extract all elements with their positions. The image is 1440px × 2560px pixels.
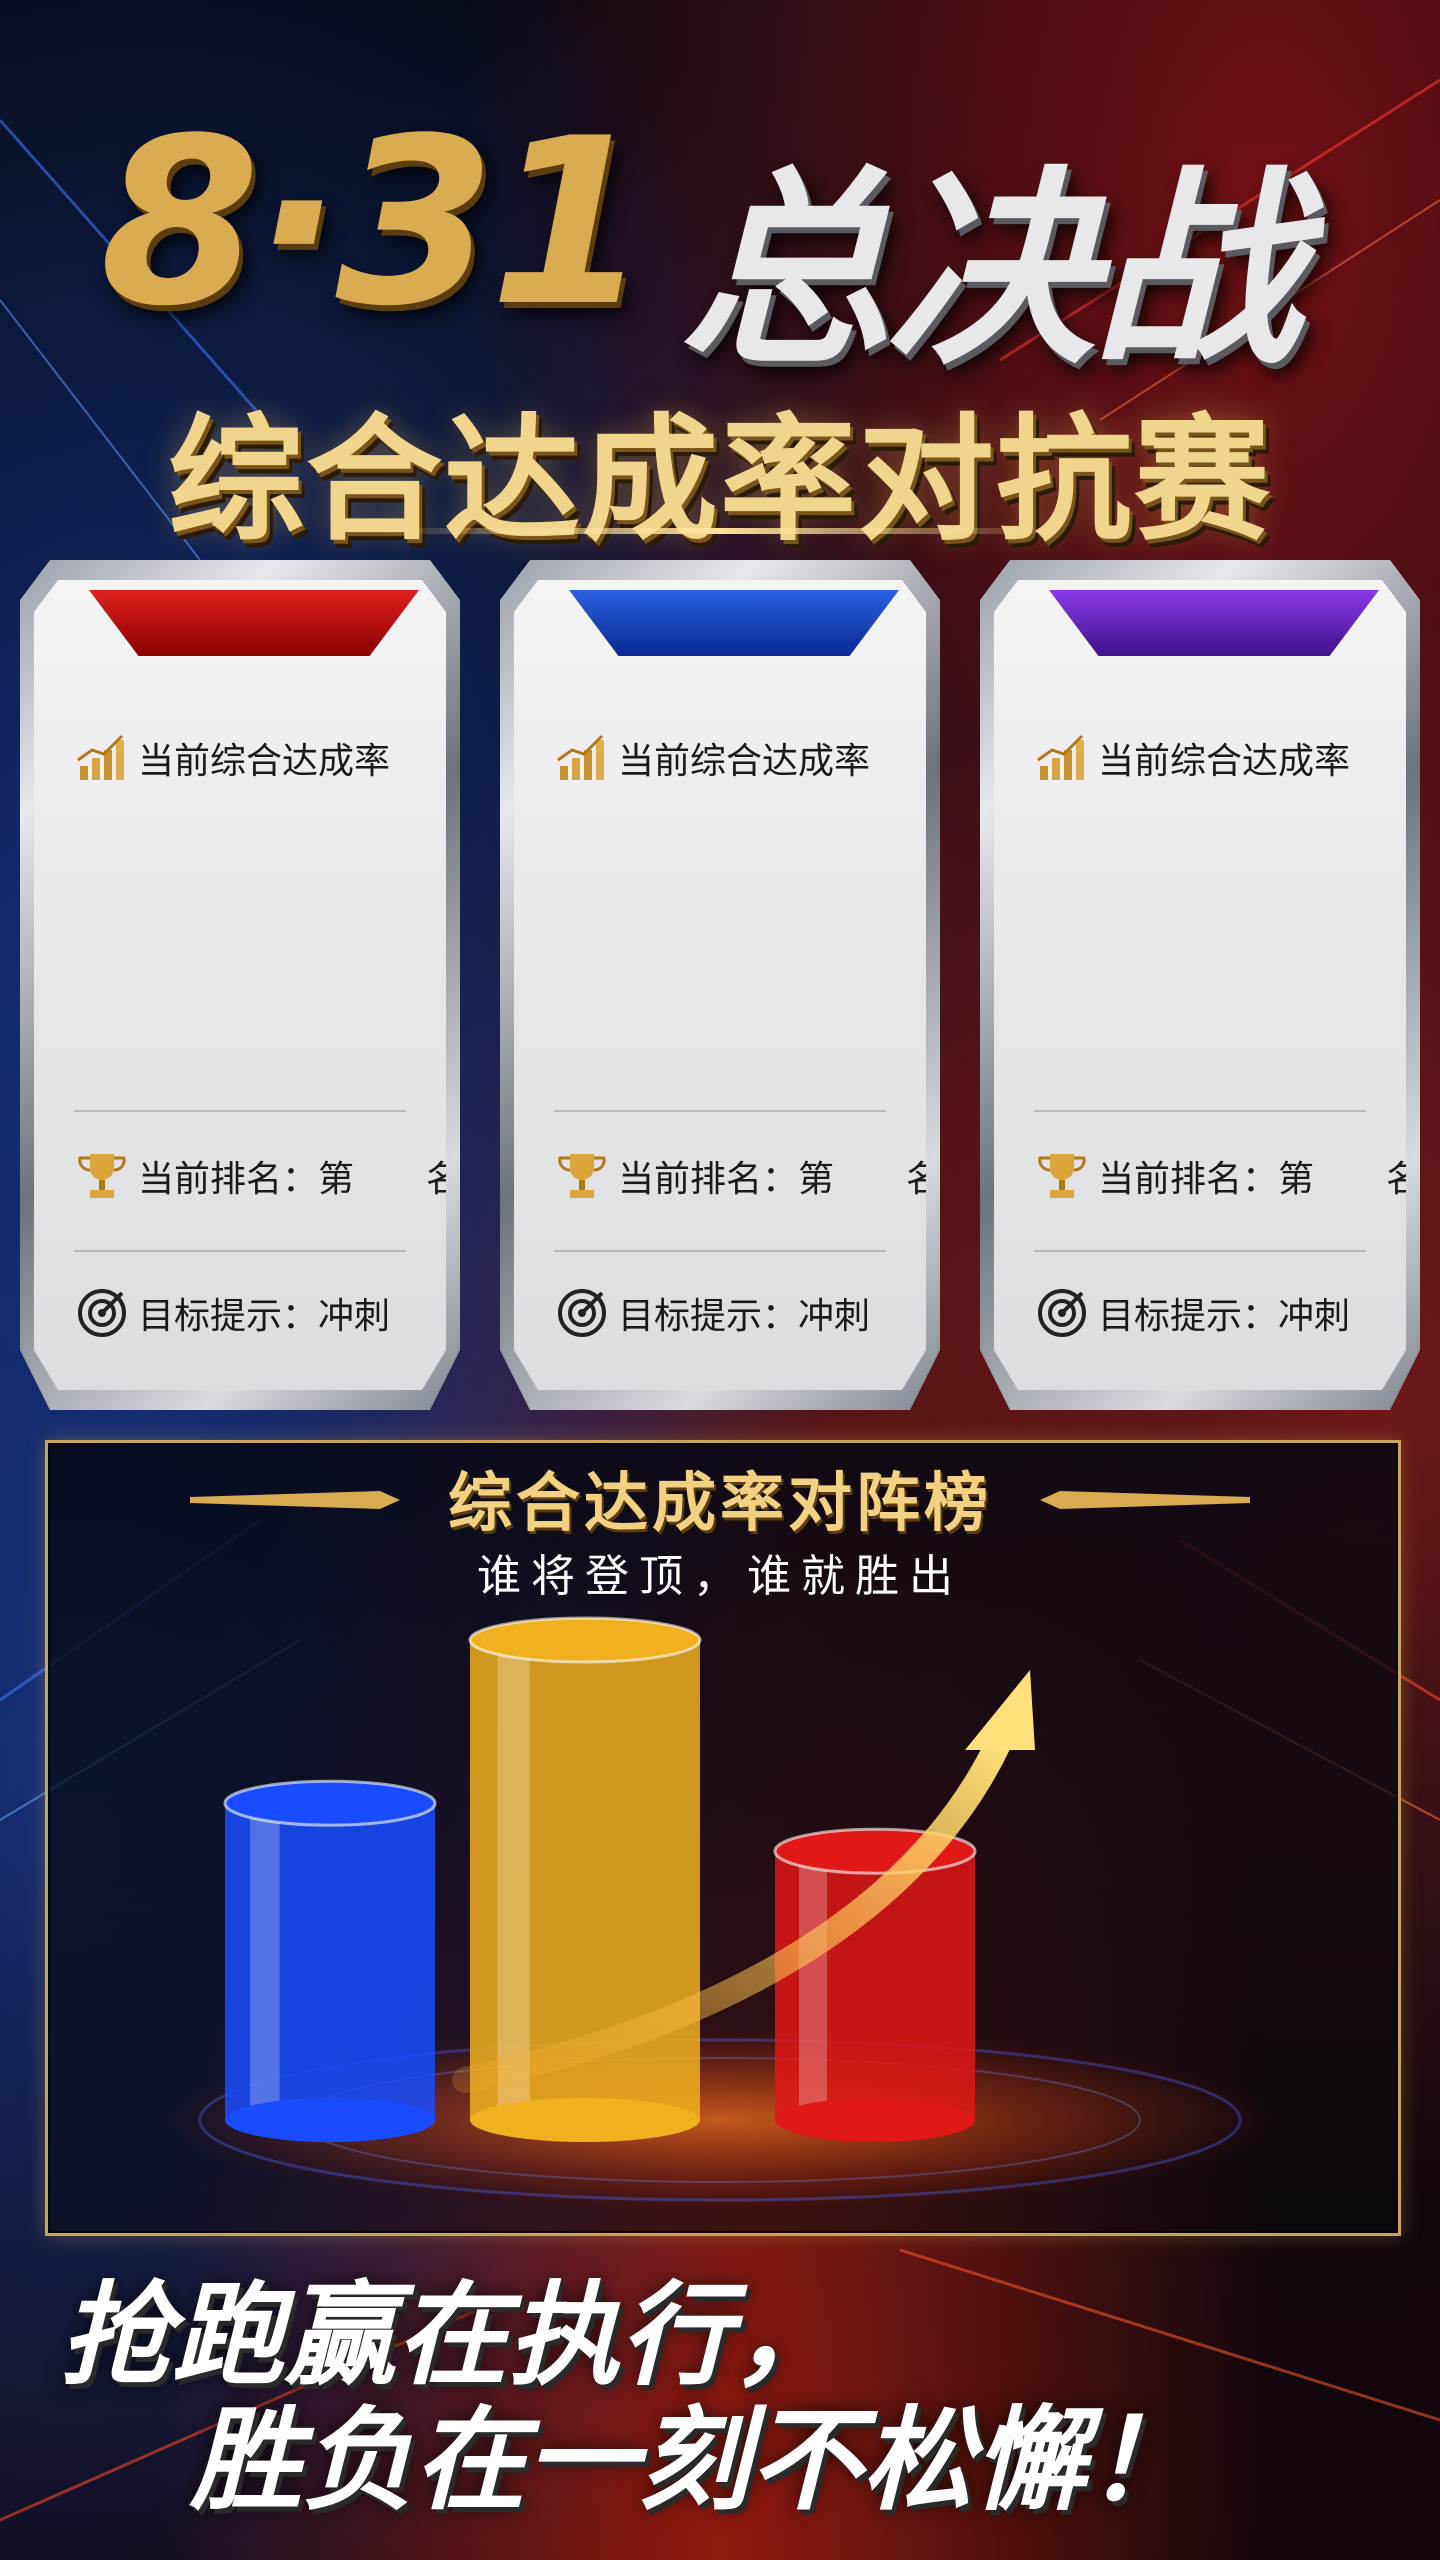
podium-blue-bar [223, 1779, 437, 2142]
podium-red-bar [773, 1827, 977, 2142]
rank-label: 当前排名：第 名 [138, 1159, 463, 1200]
goal-label: 目标提示：冲刺 [1098, 1296, 1351, 1337]
podium-gold-base [470, 2098, 700, 2142]
trophy-icon [74, 1148, 130, 1204]
rate-row: 当前综合达成率 [74, 730, 416, 786]
title-date: 8·31 [100, 90, 649, 357]
rate-label: 当前综合达成率 [138, 741, 391, 782]
card-body: 当前综合达成率 当前排名：第 名 目标提示：冲刺 [994, 580, 1406, 1390]
gold-divider [380, 528, 1060, 534]
growth-chart-icon [554, 730, 610, 786]
growth-chart-icon [1034, 730, 1090, 786]
card-banner-purple [1049, 590, 1379, 656]
target-icon [74, 1285, 130, 1341]
trophy-icon [554, 1148, 610, 1204]
divider [74, 1110, 406, 1112]
divider [554, 1110, 886, 1112]
rank-row: 当前排名：第 名 [74, 1148, 416, 1204]
podium-red-shine [799, 1851, 827, 2120]
rank-label: 当前排名：第 名 [1098, 1159, 1423, 1200]
podium-blue-shine [250, 1803, 280, 2120]
podium-red-base [775, 2098, 975, 2142]
divider [1034, 1110, 1366, 1112]
team-card-blue: 当前综合达成率 当前排名：第 名 目标提示：冲刺 [500, 560, 940, 1410]
divider [1034, 1250, 1366, 1252]
rank-row: 当前排名：第 名 [554, 1148, 896, 1204]
divider [74, 1250, 406, 1252]
slogan-line-2: 胜负在一刻不松懈！ [190, 2396, 1198, 2526]
ranking-title: 综合达成率对阵榜 [448, 1467, 992, 1541]
divider [554, 1250, 886, 1252]
goal-row: 目标提示：冲刺 [74, 1285, 416, 1341]
rate-row: 当前综合达成率 [1034, 730, 1376, 786]
card-body: 当前综合达成率 当前排名：第 名 目标提示：冲刺 [514, 580, 926, 1390]
card-body: 当前综合达成率 当前排名：第 名 目标提示：冲刺 [34, 580, 446, 1390]
goal-row: 目标提示：冲刺 [1034, 1285, 1376, 1341]
podium-chart [160, 1616, 1280, 2210]
card-banner-red [89, 590, 419, 656]
rate-label: 当前综合达成率 [618, 741, 871, 782]
ranking-subtitle: 谁将登顶，谁就胜出 [477, 1551, 963, 1602]
main-title: 8·31 总决战 [0, 90, 1440, 393]
team-card-red: 当前综合达成率 当前排名：第 名 目标提示：冲刺 [20, 560, 460, 1410]
rate-label: 当前综合达成率 [1098, 741, 1351, 782]
goal-label: 目标提示：冲刺 [138, 1296, 391, 1337]
subtitle: 综合达成率对抗赛 [168, 402, 1272, 560]
goal-label: 目标提示：冲刺 [618, 1296, 871, 1337]
growth-chart-icon [74, 730, 130, 786]
podium-gold-cap [468, 1616, 702, 1664]
podium-gold-shine [497, 1640, 530, 2120]
podium-blue-base [225, 2098, 435, 2142]
card-banner-blue [569, 590, 899, 656]
target-icon [554, 1285, 610, 1341]
target-icon [1034, 1285, 1090, 1341]
team-card-purple: 当前综合达成率 当前排名：第 名 目标提示：冲刺 [980, 560, 1420, 1410]
rank-row: 当前排名：第 名 [1034, 1148, 1376, 1204]
trophy-icon [1034, 1148, 1090, 1204]
podium-blue-cap [223, 1779, 437, 1827]
rank-label: 当前排名：第 名 [618, 1159, 943, 1200]
rate-row: 当前综合达成率 [554, 730, 896, 786]
arrow-head [965, 1670, 1035, 1750]
goal-row: 目标提示：冲刺 [554, 1285, 896, 1341]
title-text: 总决战 [680, 148, 1302, 393]
